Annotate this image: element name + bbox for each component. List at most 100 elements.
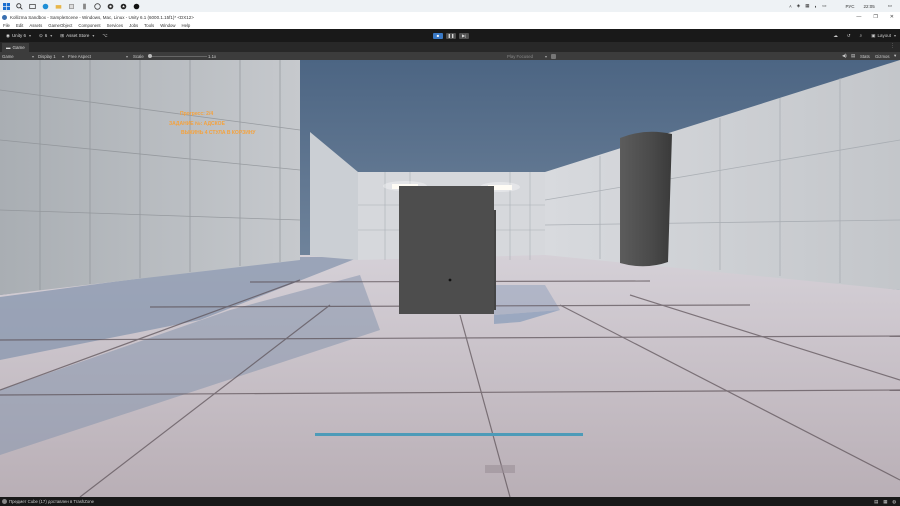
scale-slider-handle[interactable]: [148, 53, 152, 58]
stats-button[interactable]: Stats: [860, 53, 870, 59]
menu-bar: File Edit Assets GameObject Component Se…: [0, 22, 900, 29]
mute-audio-icon[interactable]: ◀): [842, 53, 847, 59]
hud-task: ЗАДАНИЕ №: АДСКОЕ: [169, 121, 225, 127]
game-view-toolbar: Game ▾ Display 1 ▾ Free Aspect ▾ Scale 1.1x…: [0, 52, 900, 60]
hud-objective: ВЫКИНЬ 4 СТУЛА В КОРЗИНУ: [181, 130, 256, 136]
account-button[interactable]: ◉ Unity 6 ▾: [4, 32, 33, 40]
unity-toolbar: ◉ Unity 6 ▾ ⊙ 6 ▾ ⊞ Asset Store ▾ ⌥ ■ ❚❚…: [0, 29, 900, 42]
step-icon: ▶|: [461, 33, 467, 38]
notification-bell-icon[interactable]: ◍: [892, 499, 896, 505]
windows-taskbar: ˄ ◈ ▦ ◐ ▭ РУС 22:05 ▭: [0, 0, 900, 12]
cloud-services-icon[interactable]: ☁: [833, 33, 838, 39]
scale-value: 1.1x: [208, 53, 217, 59]
chevron-down-icon: ▾: [893, 33, 896, 38]
lighting-icon[interactable]: ▦: [883, 499, 887, 505]
app-icon-1[interactable]: [81, 3, 88, 10]
task-view-icon[interactable]: [29, 3, 36, 10]
unity-hub-icon[interactable]: [107, 3, 114, 10]
game-viewport[interactable]: Прогресс: 2/4 ЗАДАНИЕ №: АДСКОЕ ВЫКИНЬ 4…: [0, 60, 900, 497]
chevron-down-icon: ▾: [31, 53, 34, 59]
menu-window[interactable]: Window: [160, 23, 175, 28]
menu-edit[interactable]: Edit: [16, 23, 23, 28]
unity-window-icon: [2, 14, 7, 20]
cloud-icon: ⊙: [38, 32, 43, 38]
chevron-up-icon[interactable]: ˄: [789, 4, 792, 9]
status-bar: Предмет Cube (17) доставлен в TrashZone …: [0, 497, 900, 506]
play-focused-dropdown[interactable]: Play Focused ▾: [507, 53, 547, 59]
menu-file[interactable]: File: [3, 23, 10, 28]
tab-game[interactable]: ▬ Game: [2, 43, 29, 52]
app-icon-3[interactable]: [133, 3, 140, 10]
taskbar-apps: [0, 2, 140, 10]
search-icon[interactable]: [16, 2, 23, 10]
menu-jobs[interactable]: Jobs: [129, 23, 138, 28]
more-options-icon[interactable]: ⋮: [890, 43, 895, 49]
play-button[interactable]: ■: [433, 32, 443, 39]
notification-icon[interactable]: ▭: [888, 3, 892, 9]
window-title: Kollizma Sandbox - SampleScene - Windows…: [10, 14, 194, 20]
unity-icon[interactable]: [120, 3, 127, 10]
maximize-icon[interactable]: ❐: [873, 14, 877, 20]
window-titlebar: Kollizma Sandbox - SampleScene - Windows…: [0, 12, 900, 22]
chevron-down-icon: ▾: [50, 33, 53, 38]
search-icon[interactable]: ⌕: [860, 33, 863, 38]
status-bar-right: ▤ ▦ ◍: [874, 497, 896, 506]
menu-help[interactable]: Help: [181, 23, 190, 28]
pause-icon: ❚❚: [447, 33, 455, 38]
chevron-down-icon[interactable]: ▾: [894, 53, 896, 59]
crosshair-dot: [448, 278, 452, 282]
console-icon[interactable]: ▤: [874, 499, 878, 505]
unity-logo-icon: ◉: [6, 32, 10, 38]
menu-gameobject[interactable]: GameObject: [48, 23, 72, 28]
menu-tools[interactable]: Tools: [144, 23, 154, 28]
app-icon-2[interactable]: [94, 2, 101, 10]
chevron-down-icon: ▾: [61, 53, 64, 59]
cloud-button[interactable]: ⊙ 6 ▾: [37, 32, 54, 40]
language-indicator[interactable]: РУС: [845, 4, 854, 9]
stats-toggle-icon[interactable]: ▤: [851, 53, 855, 59]
store-icon[interactable]: [68, 3, 75, 10]
chevron-down-icon: ▾: [28, 33, 31, 38]
volume-icon[interactable]: ◐: [814, 4, 817, 9]
info-icon: [2, 499, 7, 504]
asset-store-button[interactable]: ⊞ Asset Store ▾: [58, 32, 96, 40]
menu-component[interactable]: Component: [78, 23, 100, 28]
system-tray: ˄ ◈ ▦ ◐ ▭ РУС 22:05 ▭: [789, 0, 892, 12]
edge-icon[interactable]: [42, 3, 49, 10]
clock[interactable]: 22:05: [863, 4, 874, 9]
menu-assets[interactable]: Assets: [29, 23, 42, 28]
progress-bar: [315, 433, 583, 436]
minimize-icon[interactable]: —: [856, 14, 861, 20]
version-control-button[interactable]: ⌥: [100, 32, 109, 40]
undo-history-icon[interactable]: ↺: [847, 33, 851, 39]
branch-icon: ⌥: [102, 32, 108, 38]
cart-icon: ⊞: [60, 32, 65, 38]
floor-decal: [485, 465, 515, 473]
dark-cube: [399, 186, 494, 314]
scale-label: Scale: [133, 53, 144, 59]
pause-button[interactable]: ❚❚: [446, 32, 456, 39]
layout-icon: ▣: [871, 32, 876, 38]
scale-slider[interactable]: [148, 53, 207, 58]
toolbar-right: ☁ ↺ ⌕ ▣ Layout ▾: [833, 29, 896, 42]
hud-progress: Прогресс: 2/4: [180, 111, 214, 117]
maximize-on-play-icon[interactable]: [551, 53, 556, 59]
network-icon[interactable]: ▦: [805, 3, 809, 9]
menu-services[interactable]: Services: [107, 23, 123, 28]
layout-dropdown[interactable]: ▣ Layout ▾: [871, 33, 896, 39]
windows-start-icon[interactable]: [3, 2, 10, 10]
console-message[interactable]: Предмет Cube (17) доставлен в TrashZone: [9, 499, 94, 504]
display-dropdown[interactable]: Display 1 ▾: [38, 53, 64, 59]
monitor-icon[interactable]: ▭: [822, 3, 826, 9]
close-icon[interactable]: ✕: [890, 14, 894, 20]
game-mode-dropdown[interactable]: Game ▾: [2, 53, 34, 59]
step-button[interactable]: ▶|: [459, 32, 469, 39]
shield-icon[interactable]: ◈: [797, 3, 800, 9]
left-wall: [0, 60, 300, 295]
gamepad-icon: ▬: [6, 45, 11, 50]
aspect-dropdown[interactable]: Free Aspect ▾: [68, 53, 128, 59]
game-scene: [0, 60, 900, 497]
explorer-icon[interactable]: [55, 3, 62, 10]
chevron-down-icon: ▾: [92, 33, 95, 38]
gizmos-button[interactable]: Gizmos: [875, 53, 890, 59]
